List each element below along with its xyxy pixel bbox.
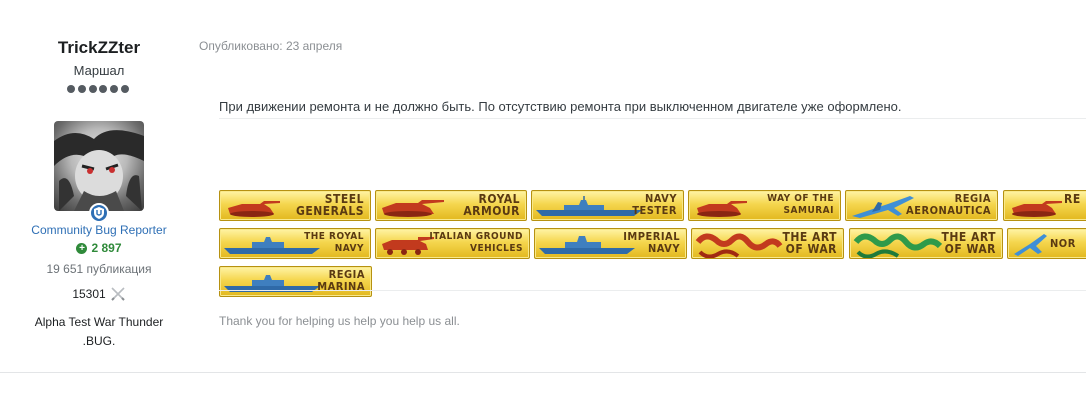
award-royal-armour[interactable]: ROYAL ARMOUR: [375, 190, 527, 221]
author-rank: Маршал: [73, 63, 125, 78]
award-line2: AERONAUTICA: [906, 204, 991, 217]
squadron-score: 15301: [72, 287, 106, 301]
rank-pip: [110, 85, 119, 93]
award-line1: NOR: [1050, 237, 1076, 250]
award-line2: SAMURAI: [783, 205, 834, 216]
tank-icon: [228, 201, 280, 217]
author-username[interactable]: TrickZZter: [0, 38, 198, 58]
award-partial-2[interactable]: NOR: [1007, 228, 1086, 259]
award-line1: ITALIAN GROUND: [429, 231, 523, 242]
award-italian-ground-vehicles[interactable]: ITALIAN GROUND VEHICLES: [375, 228, 530, 259]
crossed-swords-icon: [110, 287, 125, 301]
post-body-text: При движении ремонта и не должно быть. П…: [219, 99, 902, 114]
post-date[interactable]: Опубликовано: 23 апреля: [199, 39, 342, 53]
post-signature: Thank you for helping us help you help u…: [219, 314, 460, 328]
award-partial-1[interactable]: RE: [1003, 190, 1086, 221]
ship-icon: [539, 236, 635, 254]
post-bottom-border: [0, 372, 1086, 373]
dragon-icon: [853, 233, 943, 258]
award-line2: VEHICLES: [470, 243, 523, 254]
award-line2: NAVY: [334, 243, 364, 254]
award-line2: MARINA: [317, 280, 365, 293]
award-imperial-navy[interactable]: IMPERIAL NAVY: [534, 228, 687, 259]
plus-circle-icon: +: [76, 242, 88, 254]
award-line2: GENERALS: [296, 204, 364, 218]
award-the-art-of-war-green[interactable]: THE ART OF WAR: [849, 228, 1003, 259]
reputation-value: 2 897: [91, 241, 122, 255]
award-line2: TESTER: [632, 204, 677, 217]
author-post-count: 19 651 публикация: [46, 262, 152, 276]
tank-icon: [697, 201, 747, 217]
divider: [219, 118, 1086, 119]
award-regia-aeronautica[interactable]: REGIA AERONAUTICA: [845, 190, 998, 221]
award-regia-marina[interactable]: REGIA MARINA: [219, 266, 372, 297]
author-title-line1: Alpha Test War Thunder: [34, 315, 164, 329]
rank-pips: [67, 85, 129, 95]
dragon-icon: [695, 233, 783, 258]
ship-icon: [536, 196, 642, 216]
award-line2: NAVY: [647, 242, 680, 255]
author-reputation: + 2 897: [0, 241, 198, 255]
tank-icon: [382, 200, 444, 217]
rank-pip: [88, 85, 97, 93]
divider: [219, 290, 1086, 291]
author-title: Alpha Test War Thunder .BUG.: [0, 313, 198, 351]
rank-pip: [120, 85, 129, 93]
bug-reporter-badge-icon: [89, 203, 109, 223]
award-line1: THE ROYAL: [304, 231, 364, 242]
tank-icon: [1012, 201, 1062, 217]
award-navy-tester[interactable]: NAVY TESTER: [531, 190, 684, 221]
plane-icon: [1014, 234, 1047, 256]
author-squadron: 15301: [0, 286, 198, 302]
award-the-art-of-war-red[interactable]: THE ART OF WAR: [691, 228, 844, 259]
rank-pip: [77, 85, 86, 93]
award-steel-generals[interactable]: STEEL GENERALS: [219, 190, 371, 221]
ship-icon: [224, 275, 320, 292]
award-line1: RE: [1064, 192, 1081, 206]
award-way-of-the-samurai[interactable]: WAY OF THE SAMURAI: [688, 190, 841, 221]
award-line1: WAY OF THE: [767, 193, 834, 204]
rank-pip: [67, 85, 75, 93]
award-line2: OF WAR: [785, 242, 837, 256]
award-line2: OF WAR: [944, 242, 996, 256]
avatar[interactable]: [54, 121, 144, 211]
award-the-royal-navy[interactable]: THE ROYAL NAVY: [219, 228, 371, 259]
award-line2: ARMOUR: [463, 204, 520, 218]
rank-pip: [99, 85, 108, 93]
author-group[interactable]: Community Bug Reporter: [0, 223, 198, 237]
author-title-line2: .BUG.: [82, 334, 116, 348]
